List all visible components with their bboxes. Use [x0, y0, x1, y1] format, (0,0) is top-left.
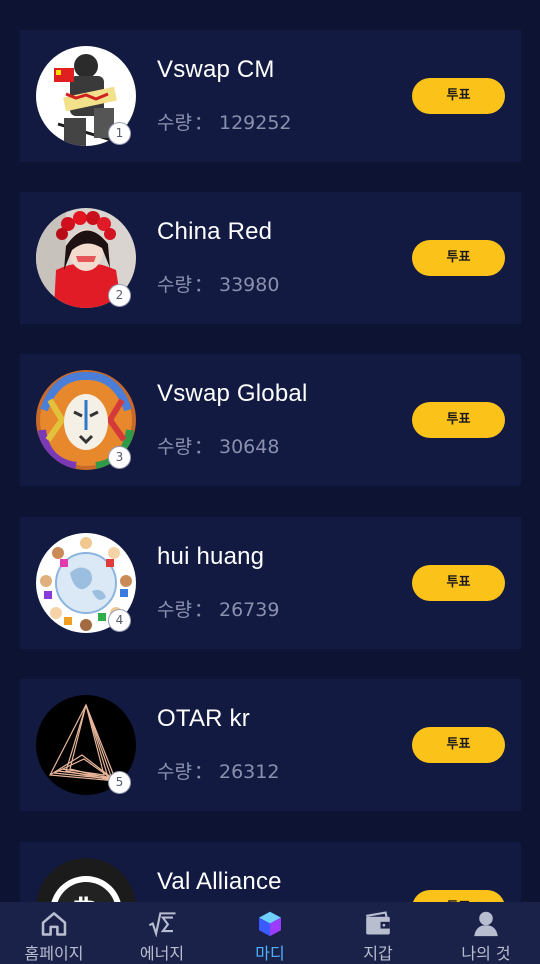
vote-button[interactable]: 투표	[412, 565, 505, 601]
node-name: OTAR kr	[157, 705, 250, 732]
rank-badge: 3	[108, 446, 131, 469]
list-item[interactable]: 4 hui huang 수량： 26739 투표	[20, 517, 521, 649]
vote-button[interactable]: 투표	[412, 240, 505, 276]
rank-badge: 2	[108, 284, 131, 307]
quantity-text: 수량： 129252	[157, 112, 292, 134]
quantity-text: 수량： 26312	[157, 761, 280, 783]
quantity-text: 수량： 26739	[157, 599, 280, 621]
tab-node[interactable]: 마디	[216, 902, 324, 964]
cube-icon	[259, 911, 281, 937]
wallet-icon	[366, 911, 390, 935]
vote-button[interactable]: 투표	[412, 890, 505, 902]
quantity-text: 수량： 30648	[157, 436, 280, 458]
rank-badge: 1	[108, 122, 131, 145]
tab-wallet[interactable]: 지갑	[324, 902, 432, 964]
rank-badge: 4	[108, 609, 131, 632]
sqrt-sigma-icon	[148, 912, 176, 937]
node-name: China Red	[157, 218, 273, 245]
node-name: Val Alliance	[157, 868, 282, 895]
list-item[interactable]: 2 China Red 수량： 33980 투표	[20, 192, 521, 324]
list-item[interactable]: 1 Vswap CM 수량： 129252 투표	[20, 30, 521, 162]
list-item[interactable]: 5 OTAR kr 수량： 26312 투표	[20, 679, 521, 811]
svg-text:₿: ₿	[72, 893, 100, 902]
tab-label: 나의 것	[461, 944, 511, 963]
list-item[interactable]: 3 Vswap Global 수량： 30648 투표	[20, 354, 521, 486]
tab-label: 홈페이지	[24, 944, 84, 963]
home-icon	[41, 912, 67, 936]
node-list[interactable]: 1 Vswap CM 수량： 129252 투표 2 China Red 수량 …	[0, 0, 540, 902]
user-icon	[474, 911, 498, 937]
node-name: hui huang	[157, 543, 265, 570]
node-name: Vswap CM	[157, 56, 275, 83]
bitcoin-avatar: ₿	[36, 858, 136, 902]
tab-label: 지갑	[363, 944, 393, 963]
tab-mine[interactable]: 나의 것	[432, 902, 540, 964]
bottom-tab-bar: 홈페이지 에너지 마디 지갑 나의 것	[0, 902, 540, 964]
tab-label: 에너지	[139, 944, 185, 963]
tab-label: 마디	[255, 944, 285, 963]
tab-home[interactable]: 홈페이지	[0, 902, 108, 964]
quantity-text: 수량： 33980	[157, 274, 280, 296]
vote-button[interactable]: 투표	[412, 78, 505, 114]
tab-energy[interactable]: 에너지	[108, 902, 216, 964]
rank-badge: 5	[108, 771, 131, 794]
list-item[interactable]: ₿ Val Alliance 투표	[20, 842, 521, 902]
vote-button[interactable]: 투표	[412, 402, 505, 438]
vote-button[interactable]: 투표	[412, 727, 505, 763]
node-name: Vswap Global	[157, 380, 308, 407]
